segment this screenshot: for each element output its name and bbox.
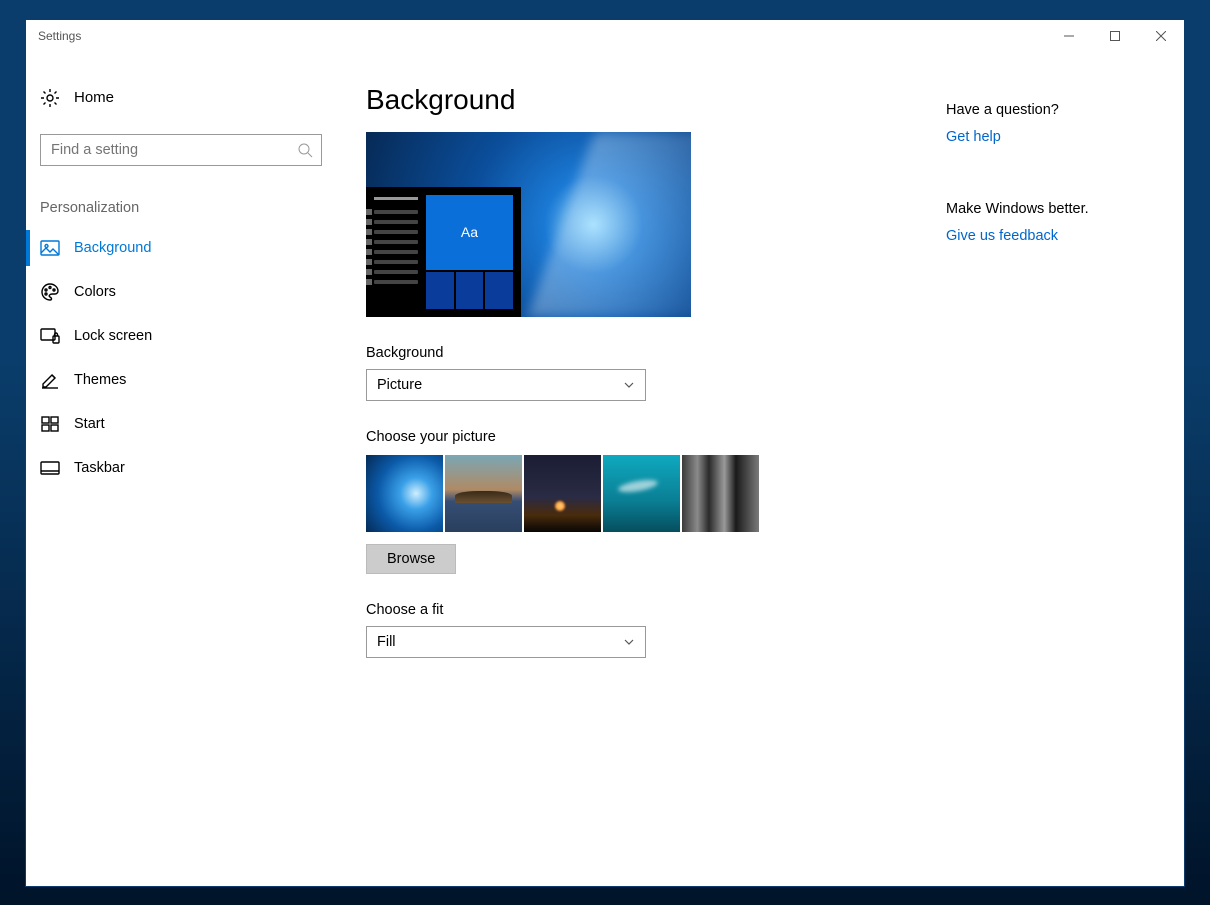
- search-icon: [297, 142, 313, 158]
- preview-start-menu: Aa: [366, 187, 521, 317]
- picture-thumbnail[interactable]: [445, 455, 522, 532]
- main-panel: Background Aa: [336, 52, 1184, 886]
- close-button[interactable]: [1138, 20, 1184, 52]
- sidebar-item-start[interactable]: Start: [26, 402, 336, 446]
- chevron-down-icon: [623, 379, 635, 391]
- page-title: Background: [366, 84, 906, 116]
- sidebar-item-colors[interactable]: Colors: [26, 270, 336, 314]
- gear-icon: [40, 88, 60, 108]
- question-title: Have a question?: [946, 102, 1154, 118]
- background-type-value: Picture: [377, 377, 422, 393]
- maximize-button[interactable]: [1092, 20, 1138, 52]
- minimize-icon: [1064, 31, 1074, 41]
- titlebar: Settings: [26, 20, 1184, 52]
- close-icon: [1156, 31, 1166, 41]
- picture-thumbnail[interactable]: [682, 455, 759, 532]
- background-preview: Aa: [366, 132, 691, 317]
- sidebar-item-themes[interactable]: Themes: [26, 358, 336, 402]
- picture-thumbnails: [366, 455, 906, 532]
- sidebar: Home Personalization Background Colo: [26, 52, 336, 886]
- home-button[interactable]: Home: [26, 80, 336, 116]
- minimize-button[interactable]: [1046, 20, 1092, 52]
- window-title: Settings: [38, 29, 81, 43]
- sidebar-item-lock-screen[interactable]: Lock screen: [26, 314, 336, 358]
- window-controls: [1046, 20, 1184, 52]
- background-type-label: Background: [366, 345, 906, 361]
- picture-thumbnail[interactable]: [366, 455, 443, 532]
- category-label: Personalization: [26, 166, 336, 226]
- fit-value: Fill: [377, 634, 396, 650]
- get-help-link[interactable]: Get help: [946, 129, 1001, 145]
- aside-panel: Have a question? Get help Make Windows b…: [946, 84, 1154, 886]
- sidebar-item-taskbar[interactable]: Taskbar: [26, 446, 336, 490]
- maximize-icon: [1110, 31, 1120, 41]
- search-input[interactable]: [40, 134, 322, 166]
- picture-thumbnail[interactable]: [603, 455, 680, 532]
- picture-thumbnail[interactable]: [524, 455, 601, 532]
- taskbar-icon: [40, 458, 60, 478]
- sidebar-item-label: Start: [74, 416, 105, 432]
- palette-icon: [40, 282, 60, 302]
- choose-fit-label: Choose a fit: [366, 602, 906, 618]
- lock-screen-icon: [40, 326, 60, 346]
- background-type-dropdown[interactable]: Picture: [366, 369, 646, 401]
- sidebar-item-label: Lock screen: [74, 328, 152, 344]
- picture-icon: [40, 238, 60, 258]
- settings-window: Settings Home: [25, 19, 1185, 887]
- search-field[interactable]: [49, 141, 297, 159]
- sidebar-item-background[interactable]: Background: [26, 226, 336, 270]
- give-feedback-link[interactable]: Give us feedback: [946, 228, 1058, 244]
- preview-sample-text: Aa: [426, 195, 513, 270]
- start-icon: [40, 414, 60, 434]
- browse-button[interactable]: Browse: [366, 544, 456, 574]
- chevron-down-icon: [623, 636, 635, 648]
- sidebar-item-label: Themes: [74, 372, 126, 388]
- sidebar-item-label: Background: [74, 240, 151, 256]
- fit-dropdown[interactable]: Fill: [366, 626, 646, 658]
- sidebar-item-label: Colors: [74, 284, 116, 300]
- content-area: Home Personalization Background Colo: [26, 52, 1184, 886]
- choose-picture-label: Choose your picture: [366, 429, 906, 445]
- themes-icon: [40, 370, 60, 390]
- sidebar-item-label: Taskbar: [74, 460, 125, 476]
- home-label: Home: [74, 89, 114, 106]
- main-column: Background Aa: [366, 84, 906, 886]
- feedback-title: Make Windows better.: [946, 201, 1154, 217]
